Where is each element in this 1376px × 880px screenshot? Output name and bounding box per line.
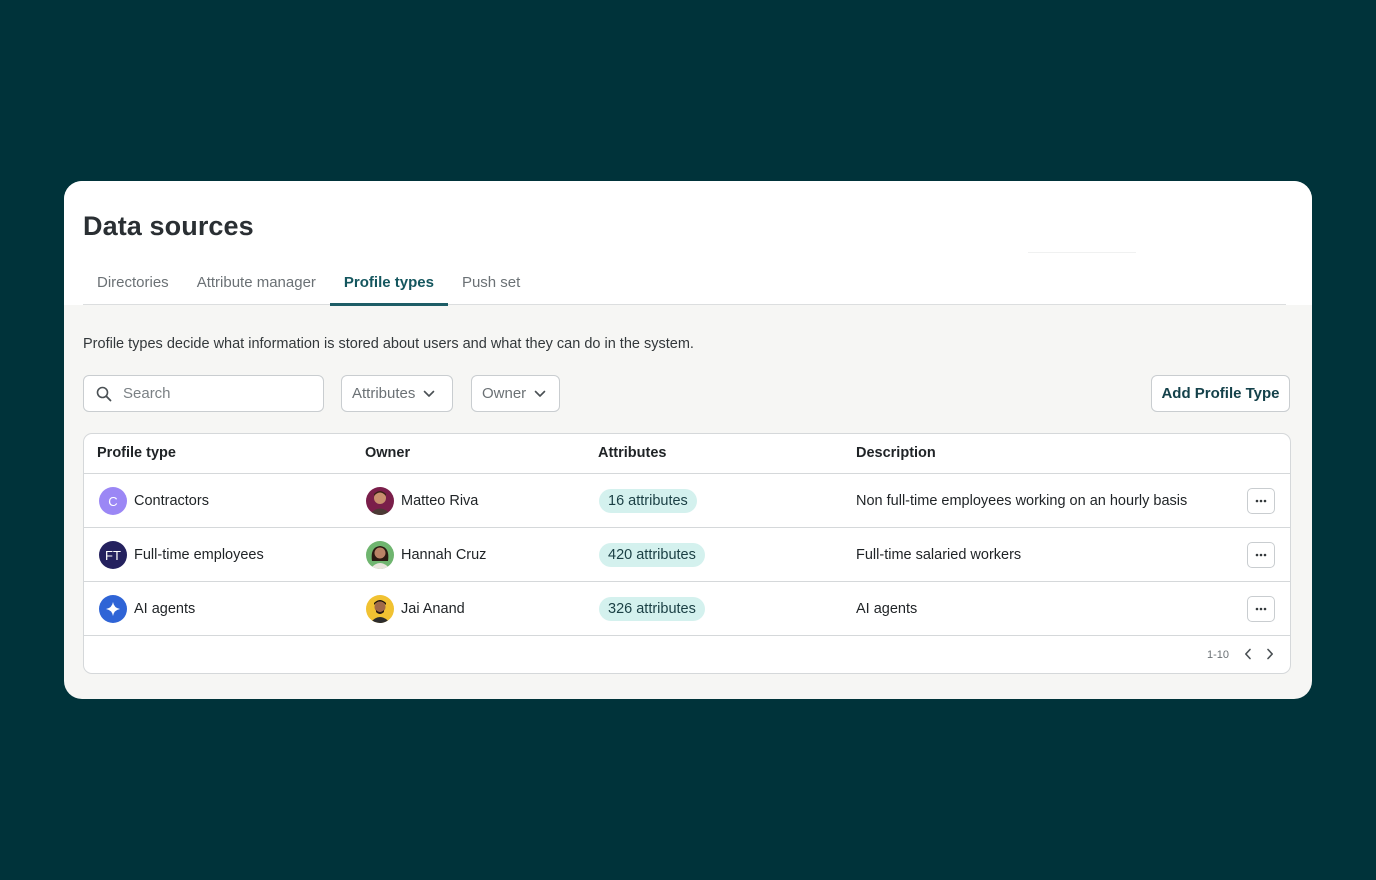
attributes-count-badge[interactable]: 16 attributes (599, 489, 697, 513)
tab-attribute-manager[interactable]: Attribute manager (183, 261, 330, 305)
avatar (366, 487, 394, 515)
table-header: Profile type Owner Attributes Descriptio… (84, 434, 1290, 474)
divider (1028, 252, 1136, 253)
tab-profile-types[interactable]: Profile types (329, 261, 448, 306)
sparkle-icon (99, 595, 127, 623)
more-options-button[interactable] (1247, 488, 1275, 514)
column-header-owner[interactable]: Owner (365, 445, 410, 461)
table-row[interactable]: C Contractors Matteo Riva 16 attributes … (84, 474, 1290, 528)
column-header-attributes[interactable]: Attributes (598, 445, 666, 461)
table-row[interactable]: AI agents Jai Anand 326 attributes AI ag… (84, 582, 1290, 636)
table-footer: 1-10 (84, 635, 1290, 673)
chevron-down-icon (534, 390, 546, 398)
card-header: Data sources Directories Attribute manag… (64, 181, 1312, 306)
toolbar: Attributes Owner Add Profile Type (83, 375, 1290, 412)
owner-name: Matteo Riva (401, 493, 479, 509)
owner-name: Hannah Cruz (401, 547, 487, 563)
owner-name: Jai Anand (401, 601, 465, 617)
profile-type-name: Contractors (134, 493, 209, 509)
attributes-count-badge[interactable]: 420 attributes (599, 543, 705, 567)
page-description: Profile types decide what information is… (83, 336, 694, 352)
tab-bar: Directories Attribute manager Profile ty… (83, 261, 1286, 306)
attributes-filter-dropdown[interactable]: Attributes (341, 375, 453, 412)
profile-type-name: AI agents (134, 601, 196, 617)
tab-push-set[interactable]: Push set (448, 261, 534, 305)
search-input[interactable] (123, 385, 313, 402)
profile-type-initial-icon: FT (99, 541, 127, 569)
more-options-button[interactable] (1247, 596, 1275, 622)
ellipsis-icon (1255, 607, 1267, 611)
profile-type-description: AI agents (856, 601, 918, 617)
owner-filter-dropdown[interactable]: Owner (471, 375, 560, 412)
ellipsis-icon (1255, 499, 1267, 503)
profile-type-description: Full-time salaried workers (856, 547, 1022, 563)
data-sources-card: Data sources Directories Attribute manag… (64, 181, 1312, 699)
profile-types-table: Profile type Owner Attributes Descriptio… (83, 433, 1291, 674)
ellipsis-icon (1255, 553, 1267, 557)
search-box[interactable] (83, 375, 324, 412)
owner-filter-label: Owner (482, 385, 527, 402)
tab-directories[interactable]: Directories (83, 261, 183, 305)
attributes-filter-label: Attributes (352, 385, 416, 402)
avatar (366, 541, 394, 569)
table-row[interactable]: FT Full-time employees Hannah Cruz 420 a… (84, 528, 1290, 582)
profile-type-description: Non full-time employees working on an ho… (856, 493, 1188, 509)
profile-type-name: Full-time employees (134, 547, 264, 563)
avatar (366, 595, 394, 623)
chevron-down-icon (423, 390, 435, 398)
chevron-left-icon[interactable] (1241, 647, 1255, 661)
search-icon (96, 386, 112, 402)
chevron-right-icon[interactable] (1263, 647, 1277, 661)
profile-type-initial-icon: C (99, 487, 127, 515)
attributes-count-badge[interactable]: 326 attributes (599, 597, 705, 621)
page-title: Data sources (83, 211, 254, 241)
pagination-range: 1-10 (1206, 649, 1229, 661)
column-header-profile-type[interactable]: Profile type (97, 445, 176, 461)
add-profile-type-button[interactable]: Add Profile Type (1151, 375, 1290, 412)
more-options-button[interactable] (1247, 542, 1275, 568)
column-header-description[interactable]: Description (856, 445, 936, 461)
